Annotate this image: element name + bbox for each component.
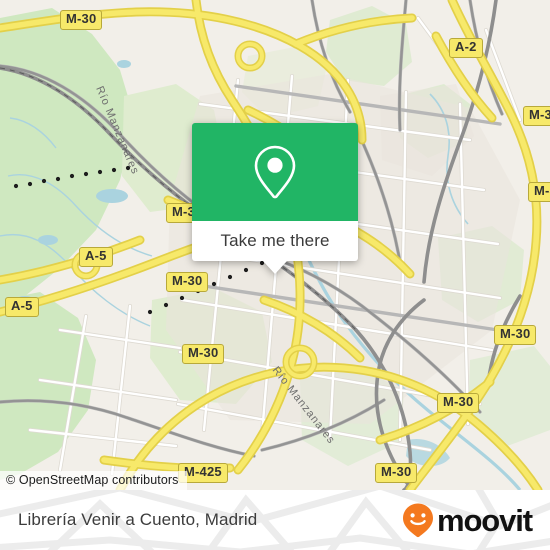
popup-tail-arrow — [263, 261, 287, 274]
road-shield-label: M-30 — [529, 107, 550, 122]
moovit-logo[interactable]: moovit — [401, 502, 533, 538]
road-shield-label: A-2 — [455, 39, 477, 54]
moovit-wordmark: moovit — [436, 502, 533, 538]
road-shield: M-30 — [375, 463, 418, 483]
map-pin-icon — [254, 145, 296, 199]
footer-bar: Librería Venir a Cuento, Madrid moovit — [0, 490, 550, 550]
road-shield-label: M-30 — [443, 394, 474, 409]
road-shield: M-30 — [182, 344, 225, 364]
road-shield: M-30 — [494, 325, 537, 345]
road-shield-label: M-30 — [534, 183, 550, 198]
road-shield-label: M-425 — [184, 464, 222, 479]
road-shield-label: M-30 — [66, 11, 97, 26]
road-shield: M-30 — [437, 393, 480, 413]
road-shield-label: A-5 — [11, 298, 33, 313]
popup-image-area — [192, 123, 358, 221]
road-shield: A-2 — [449, 38, 483, 58]
road-shield-label: A-5 — [85, 248, 107, 263]
moovit-place-map-screenshot: .pk{fill:#cfe8c0} .pk2{fill:#dfeccf} .bl… — [0, 0, 550, 550]
road-shield: M-30 — [166, 272, 209, 292]
road-shield-label: M-30 — [500, 326, 531, 341]
road-shield: A-5 — [5, 297, 39, 317]
place-title: Librería Venir a Cuento, Madrid — [18, 510, 258, 529]
take-me-there-label: Take me there — [220, 231, 330, 250]
road-shield: A-5 — [79, 247, 113, 267]
road-shield-label: M-30 — [172, 273, 203, 288]
road-shield: M-30 — [523, 106, 550, 126]
popup-action-bar[interactable]: Take me there — [192, 221, 358, 261]
moovit-smiley-pin-icon — [402, 503, 433, 538]
road-shield: M-30 — [528, 182, 550, 202]
road-shield-label: M-30 — [188, 345, 219, 360]
road-shield-label: M-30 — [381, 464, 412, 479]
osm-attribution[interactable]: © OpenStreetMap contributors — [0, 471, 187, 490]
map-canvas[interactable]: .pk{fill:#cfe8c0} .pk2{fill:#dfeccf} .bl… — [0, 0, 550, 490]
place-popup-card[interactable]: Take me there — [192, 123, 358, 274]
road-shield: M-30 — [60, 10, 103, 30]
